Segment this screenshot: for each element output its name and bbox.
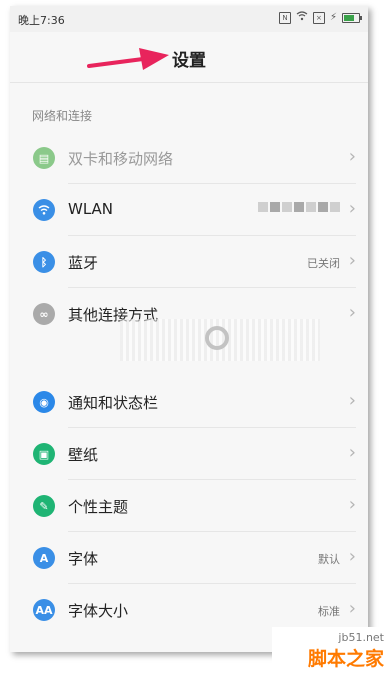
annotation-arrow-icon (87, 48, 169, 70)
section-header-network: 网络和连接 (32, 109, 93, 123)
font-size-icon: AA (33, 599, 55, 621)
row-label: 蓝牙 (68, 254, 99, 272)
watermark-url: jb51.net (338, 631, 384, 644)
row-label: 字体 (68, 550, 99, 568)
title-bar: 设置 (10, 32, 368, 83)
row-label: 字体大小 (68, 602, 129, 620)
status-bar: 晚上7:36 N × ⚡ (10, 6, 368, 32)
battery-icon (342, 12, 362, 23)
row-label: 通知和状态栏 (68, 394, 159, 412)
charging-icon: ⚡ (329, 12, 337, 23)
theme-icon: ✎ (33, 495, 55, 517)
settings-row-notifications[interactable]: ◉ 通知和状态栏 › (10, 376, 368, 428)
chevron-right-icon: › (348, 390, 356, 411)
touch-ripple (120, 319, 320, 361)
chevron-right-icon: › (348, 442, 356, 463)
settings-row-themes[interactable]: ✎ 个性主题 › (10, 480, 368, 532)
row-label: 个性主题 (68, 498, 129, 516)
sim-off-icon: × (312, 11, 325, 24)
page-title: 设置 (172, 51, 206, 71)
watermark-brand: 脚本之家 (307, 648, 384, 670)
status-time: 晚上7:36 (18, 14, 65, 27)
link-icon: ∞ (33, 303, 55, 325)
wallpaper-icon: ▣ (33, 443, 55, 465)
notification-icon: ◉ (33, 391, 55, 413)
chevron-right-icon: › (348, 302, 356, 323)
row-label: 双卡和移动网络 (68, 150, 174, 168)
settings-row-wlan[interactable]: WLAN › (10, 184, 368, 236)
font-icon: A (33, 547, 55, 569)
row-value: 已关闭 (307, 257, 340, 270)
settings-screen: 晚上7:36 N × ⚡ 设置 网络和连接 ▤ 双卡和移动网络 › WLAN ›… (10, 6, 368, 652)
chevron-right-icon: › (348, 494, 356, 515)
settings-row-bluetooth[interactable]: ᛒ 蓝牙 已关闭 › (10, 236, 368, 288)
chevron-right-icon: › (348, 598, 356, 619)
settings-row-wallpaper[interactable]: ▣ 壁纸 › (10, 428, 368, 480)
status-icons: N × ⚡ (278, 11, 362, 24)
wifi-icon (33, 199, 55, 221)
settings-row-font[interactable]: A 字体 默认 › (10, 532, 368, 584)
row-value: 标准 (318, 605, 340, 618)
chevron-right-icon: › (348, 546, 356, 567)
site-watermark: jb51.net 脚本之家 (272, 627, 390, 673)
row-label: WLAN (68, 200, 114, 218)
nfc-icon: N (278, 11, 291, 24)
wifi-icon (296, 11, 308, 24)
bluetooth-icon: ᛒ (33, 251, 55, 273)
row-label: 壁纸 (68, 446, 99, 464)
settings-row-dual-sim[interactable]: ▤ 双卡和移动网络 › (10, 132, 368, 184)
row-value: 默认 (318, 553, 340, 566)
chevron-right-icon: › (348, 198, 356, 219)
chevron-right-icon: › (348, 146, 356, 167)
sim-card-icon: ▤ (33, 147, 55, 169)
wifi-name-redacted (258, 202, 340, 212)
chevron-right-icon: › (348, 250, 356, 271)
